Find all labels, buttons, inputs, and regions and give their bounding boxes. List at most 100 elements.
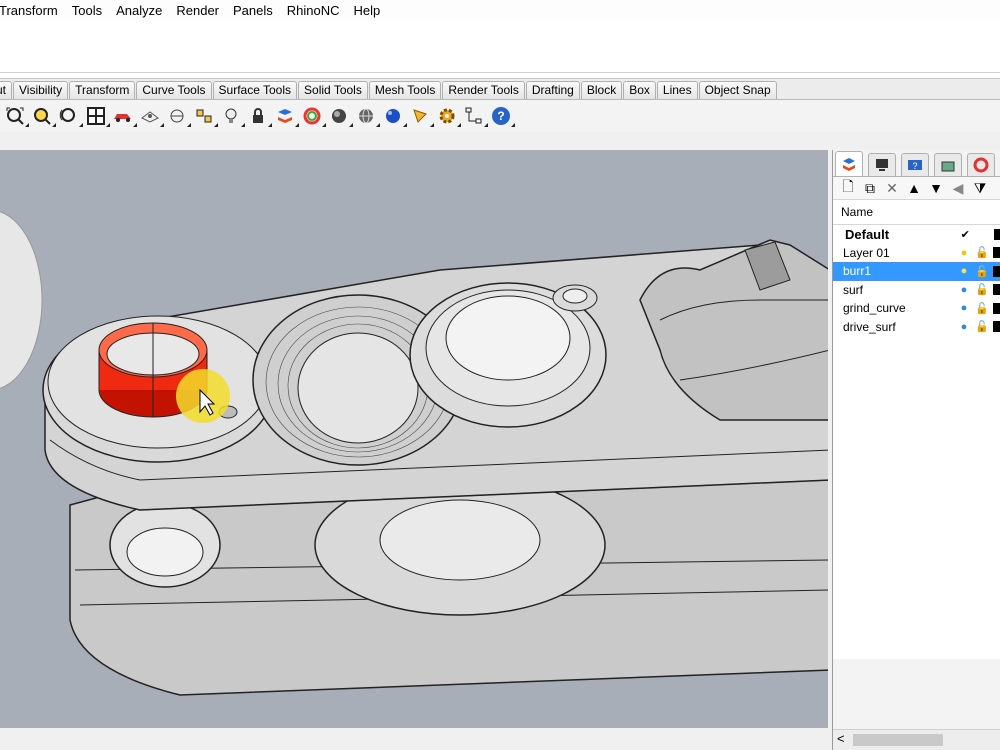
current-check-icon: ✔: [960, 228, 970, 241]
unlock-icon[interactable]: 🔓: [973, 246, 991, 259]
shaded-sphere-icon[interactable]: [328, 105, 353, 127]
menu-tools[interactable]: Tools: [65, 3, 109, 18]
scrollbar-thumb[interactable]: [853, 734, 943, 746]
move-down-icon[interactable]: ▼: [927, 180, 945, 196]
layer-color-swatch[interactable]: [993, 284, 1000, 296]
command-area[interactable]: [0, 20, 1000, 79]
lightbulb-icon[interactable]: ●: [955, 302, 973, 314]
lightbulb-on-icon[interactable]: ●: [955, 265, 973, 277]
main-toolbar: ?: [0, 100, 1000, 132]
menu-rhinonc[interactable]: RhinoNC: [280, 3, 347, 18]
layer-name: surf: [843, 282, 864, 297]
layer-name: Layer 01: [843, 245, 890, 260]
wireframe-sphere-icon[interactable]: [355, 105, 380, 127]
layer-name: drive_surf: [843, 319, 896, 334]
tab-object-snap[interactable]: Object Snap: [698, 81, 777, 99]
status-bar: [0, 728, 830, 750]
scroll-left-arrow[interactable]: <: [837, 731, 845, 746]
four-viewports-icon[interactable]: [85, 105, 110, 127]
pencil-icon[interactable]: [409, 105, 434, 127]
layer-row[interactable]: grind_curve ● 🔓: [833, 299, 1000, 318]
layer-tools: 🗋 ⧉ ✕ ▲ ▼ ◀ ⧩: [833, 177, 1000, 199]
flowchart-icon[interactable]: [463, 105, 488, 127]
lock-icon[interactable]: [247, 105, 272, 127]
tab-lines[interactable]: Lines: [656, 81, 698, 99]
command-divider: [0, 72, 1000, 73]
color-wheel-icon[interactable]: [301, 105, 326, 127]
svg-text:?: ?: [497, 109, 504, 123]
clipping-plane-icon[interactable]: [166, 105, 191, 127]
display-tab-icon[interactable]: [868, 153, 896, 176]
named-views-icon[interactable]: [139, 105, 164, 127]
tab-mesh-tools[interactable]: Mesh Tools: [368, 81, 442, 99]
menu-render[interactable]: Render: [169, 3, 226, 18]
new-layer-icon[interactable]: 🗋: [839, 176, 857, 200]
light-icon[interactable]: [220, 105, 245, 127]
render-tab-icon[interactable]: [934, 153, 962, 176]
car-render-icon[interactable]: [112, 105, 137, 127]
layer-name: burr1: [843, 264, 872, 279]
lightbulb-icon[interactable]: ●: [955, 321, 973, 333]
model-view: [0, 211, 828, 696]
layers-tab-icon[interactable]: [835, 151, 863, 176]
menu-help[interactable]: Help: [347, 3, 388, 18]
color-tab-icon[interactable]: [967, 153, 995, 176]
name-column-header[interactable]: Name: [833, 205, 941, 219]
layer-list-header: Name: [833, 199, 1000, 225]
layer-name: grind_curve: [843, 301, 906, 316]
new-sublayer-icon[interactable]: ⧉: [861, 180, 879, 197]
rendered-sphere-icon[interactable]: [382, 105, 407, 127]
layer-row[interactable]: Default ✔: [833, 225, 1000, 244]
menu-panels[interactable]: Panels: [226, 3, 280, 18]
panel-horizontal-scrollbar[interactable]: <: [833, 729, 1000, 750]
menu-transform[interactable]: Transform: [0, 3, 65, 18]
lightbulb-icon[interactable]: ●: [955, 284, 973, 296]
help-icon[interactable]: ?: [490, 105, 515, 127]
tab-solid-tools[interactable]: Solid Tools: [298, 81, 368, 99]
snapshot-icon[interactable]: [193, 105, 218, 127]
tab-box[interactable]: Box: [623, 81, 656, 99]
perspective-viewport[interactable]: [0, 150, 828, 728]
unlock-icon[interactable]: 🔓: [973, 283, 991, 296]
layer-name: Default: [845, 226, 890, 242]
tab-block[interactable]: Block: [580, 81, 623, 99]
layer-color-swatch[interactable]: [993, 247, 1000, 259]
zoom-extents-icon[interactable]: [4, 105, 29, 127]
layer-color-swatch[interactable]: [993, 321, 1000, 333]
svg-text:?: ?: [912, 161, 917, 171]
toolbar-tabs: ut Visibility Transform Curve Tools Surf…: [0, 79, 1000, 100]
unlock-icon[interactable]: 🔓: [973, 265, 991, 278]
layer-row[interactable]: drive_surf ● 🔓: [833, 317, 1000, 336]
menu-bar: Transform Tools Analyze Render Panels Rh…: [0, 0, 1000, 20]
tab-render-tools[interactable]: Render Tools: [442, 81, 525, 99]
filter-icon[interactable]: ⧩: [971, 180, 989, 197]
viewport-frame-top: [0, 132, 1000, 150]
tab-visibility[interactable]: Visibility: [13, 81, 69, 99]
layers-panel: ? 🗋 ⧉ ✕ ▲ ▼ ◀ ⧩ Name Default ✔ Layer 01 …: [832, 150, 1000, 750]
zoom-window-icon[interactable]: [31, 105, 56, 127]
menu-analyze[interactable]: Analyze: [109, 3, 169, 18]
tab-drafting[interactable]: Drafting: [525, 81, 580, 99]
tab-transform[interactable]: Transform: [69, 81, 136, 99]
tab-layout[interactable]: ut: [0, 81, 13, 99]
layer-color-swatch[interactable]: [993, 265, 1000, 277]
lightbulb-on-icon[interactable]: ●: [955, 247, 973, 259]
move-left-icon[interactable]: ◀: [949, 180, 967, 197]
delete-icon[interactable]: ✕: [883, 180, 901, 197]
settings-gear-icon[interactable]: [436, 105, 461, 127]
layer-row[interactable]: Layer 01 ● 🔓: [833, 243, 1000, 262]
tab-surface-tools[interactable]: Surface Tools: [212, 81, 298, 99]
background-cylinder: [0, 211, 43, 389]
layer-icon[interactable]: [274, 105, 299, 127]
unlock-icon[interactable]: 🔓: [973, 320, 991, 333]
layer-color-swatch[interactable]: [994, 228, 1000, 240]
tab-curve-tools[interactable]: Curve Tools: [136, 81, 212, 99]
rotate-view-icon[interactable]: [58, 105, 83, 127]
layer-row[interactable]: surf ● 🔓: [833, 280, 1000, 299]
move-up-icon[interactable]: ▲: [905, 180, 923, 196]
layer-color-swatch[interactable]: [993, 302, 1000, 314]
layer-row-selected[interactable]: burr1 ● 🔓: [833, 262, 1000, 281]
unlock-icon[interactable]: 🔓: [973, 302, 991, 315]
help-tab-icon[interactable]: ?: [901, 153, 929, 176]
panel-tabs: ?: [833, 150, 1000, 177]
